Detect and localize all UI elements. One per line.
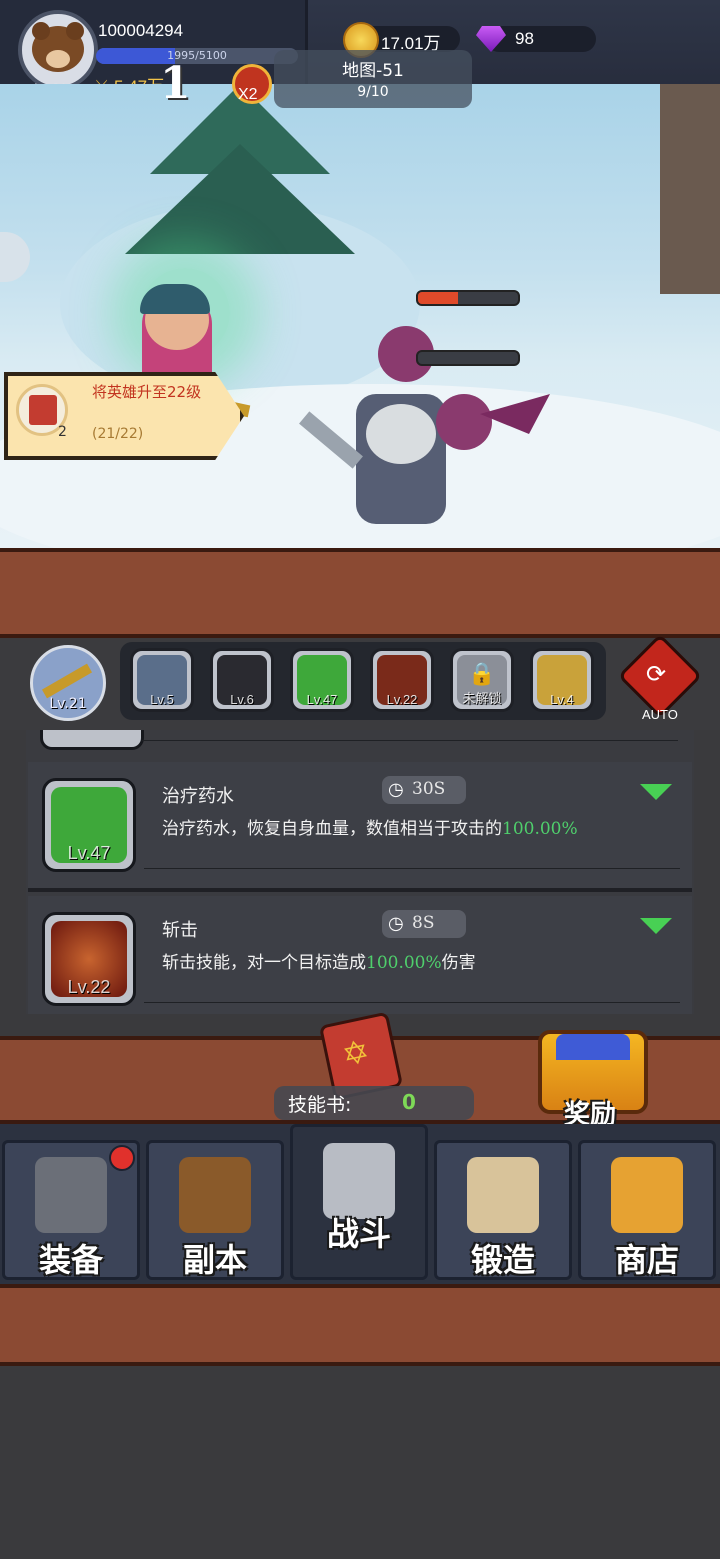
map-info: 地图-51 9/10 [274, 50, 472, 108]
row-divider [144, 1002, 680, 1003]
quest-banner[interactable]: 2 将英雄升至22级 (21/22) [4, 372, 244, 460]
skill-book-counter: 技能书: 0 [274, 1086, 474, 1120]
helmet-icon [35, 1157, 107, 1233]
skill-level: Lv.22 [67, 977, 111, 997]
expand-triangle-icon[interactable] [640, 784, 672, 800]
nav-label: 战斗 [326, 1215, 391, 1253]
expand-triangle-icon[interactable] [640, 918, 672, 934]
skill-description: 治疗药水，恢复自身血量，数值相当于攻击的100.00% [162, 814, 578, 839]
list-item-partial [40, 730, 144, 750]
clock-icon: ◷ [388, 913, 404, 934]
nav-label: 装备 [38, 1241, 103, 1279]
book-cover [29, 395, 57, 425]
desc-value: 100.00% [366, 953, 442, 973]
bear-avatar-icon [32, 22, 84, 72]
skill-slot[interactable]: Lv.6 [210, 648, 274, 712]
clock-icon: ◷ [388, 779, 404, 800]
footer-panel [0, 1284, 720, 1366]
cooldown-badge: ◷ 30S [382, 776, 466, 804]
skill-slot-label: Lv.47 [306, 692, 338, 707]
weapon-slot[interactable]: Lv.21 [30, 645, 106, 721]
chest-lid [556, 1034, 630, 1060]
skill-slot-label: Lv.22 [386, 692, 418, 707]
skill-slot[interactable]: Lv.22 [370, 648, 434, 712]
player-id: 100004294 [98, 21, 184, 40]
enemy-hp-bar [416, 290, 520, 306]
divider-panel [0, 548, 720, 638]
xp-bar: 1995/5100 [96, 48, 298, 64]
skill-book-count: 0 [402, 1090, 416, 1114]
star-emblem-icon: ✡ [338, 1031, 373, 1075]
bat-enemy[interactable] [436, 394, 492, 450]
skill-slot[interactable]: Lv.5 [130, 648, 194, 712]
nav-label: 副本 [182, 1241, 247, 1279]
wave-number: 1 [160, 58, 191, 109]
bear-snout [46, 50, 70, 68]
skill-icon-slash: Lv.22 [42, 912, 136, 1006]
nav-forge[interactable]: 锻造 [434, 1140, 572, 1280]
sword-shield-icon [179, 1157, 251, 1233]
skill-card[interactable]: Lv.22 斩击 ◷ 8S 斩击技能，对一个目标造成100.00%伤害 [28, 896, 692, 1014]
enemy-hp-bar [416, 350, 520, 366]
weapon-level: Lv.21 [49, 696, 87, 712]
nav-equipment[interactable]: 装备 [2, 1140, 140, 1280]
skill-slot-label: Lv.6 [230, 692, 254, 707]
hammer-scroll-icon [467, 1157, 539, 1233]
player-avatar[interactable] [18, 10, 98, 90]
map-name: 地图-51 [342, 61, 404, 81]
cooldown-badge: ◷ 8S [382, 910, 466, 938]
speed-label: X2 [238, 86, 258, 103]
tree-trunk [660, 84, 720, 294]
desc-text: 治疗药水，恢复自身血量，数值相当于攻击的 [162, 819, 502, 839]
quest-progress: (21/22) [92, 426, 144, 442]
skill-slot[interactable]: Lv.4 [530, 648, 594, 712]
desc-text: 斩击技能，对一个目标造成 [162, 953, 366, 973]
skill-slot-label: Lv.4 [550, 692, 574, 707]
skill-level: Lv.47 [67, 843, 111, 863]
skill-book-label: 技能书: [288, 1094, 352, 1116]
pine-tree [125, 144, 355, 254]
nav-label: 商店 [614, 1241, 679, 1279]
refresh-icon: ⟳ [646, 660, 667, 688]
skill-slot-label: 未解锁 [462, 691, 502, 706]
skill-slot[interactable]: 🔒 未解锁 [450, 648, 514, 712]
nav-battle[interactable]: 战斗 [290, 1124, 428, 1280]
shop-icon [611, 1157, 683, 1233]
quest-title: 将英雄升至22级 [92, 383, 202, 401]
notification-badge [109, 1145, 135, 1171]
xp-text: 1995/5100 [167, 49, 227, 62]
skill-description: 斩击技能，对一个目标造成100.00%伤害 [162, 948, 476, 973]
cooldown-value: 8S [412, 913, 435, 933]
skill-name: 斩击 [162, 920, 198, 941]
skull-head [366, 404, 436, 464]
skill-card[interactable]: Lv.47 治疗药水 ◷ 30S 治疗药水，恢复自身血量，数值相当于攻击的100… [28, 762, 692, 892]
rifle-icon [41, 663, 93, 699]
crossed-swords-icon [323, 1143, 395, 1219]
nav-dungeon[interactable]: 副本 [146, 1140, 284, 1280]
row-divider [144, 868, 680, 869]
bear-ear [66, 22, 84, 40]
hero-hair [140, 284, 210, 314]
row-divider [142, 740, 678, 741]
skill-list[interactable]: Lv.47 治疗药水 ◷ 30S 治疗药水，恢复自身血量，数值相当于攻击的100… [26, 730, 694, 1014]
bear-ear [32, 22, 50, 40]
auto-label: AUTO [642, 707, 678, 722]
desc-suffix: 伤害 [441, 953, 476, 973]
nav-shop[interactable]: 商店 [578, 1140, 716, 1280]
nav-label: 锻造 [470, 1241, 535, 1279]
skill-slot-label: Lv.5 [150, 692, 174, 707]
skill-icon-heal: Lv.47 [42, 778, 136, 872]
empty-area [0, 1366, 720, 1559]
map-progress: 9/10 [357, 84, 389, 100]
chat-side-button[interactable] [0, 232, 30, 282]
skill-name: 治疗药水 [162, 786, 234, 807]
desc-value: 100.00% [502, 819, 578, 839]
skill-slot[interactable]: Lv.47 [290, 648, 354, 712]
cooldown-value: 30S [412, 779, 446, 799]
battle-scene [0, 84, 720, 548]
quest-count: 2 [58, 424, 67, 440]
enemy-hp-fill [418, 292, 458, 304]
gem-amount: 98 [515, 29, 534, 48]
